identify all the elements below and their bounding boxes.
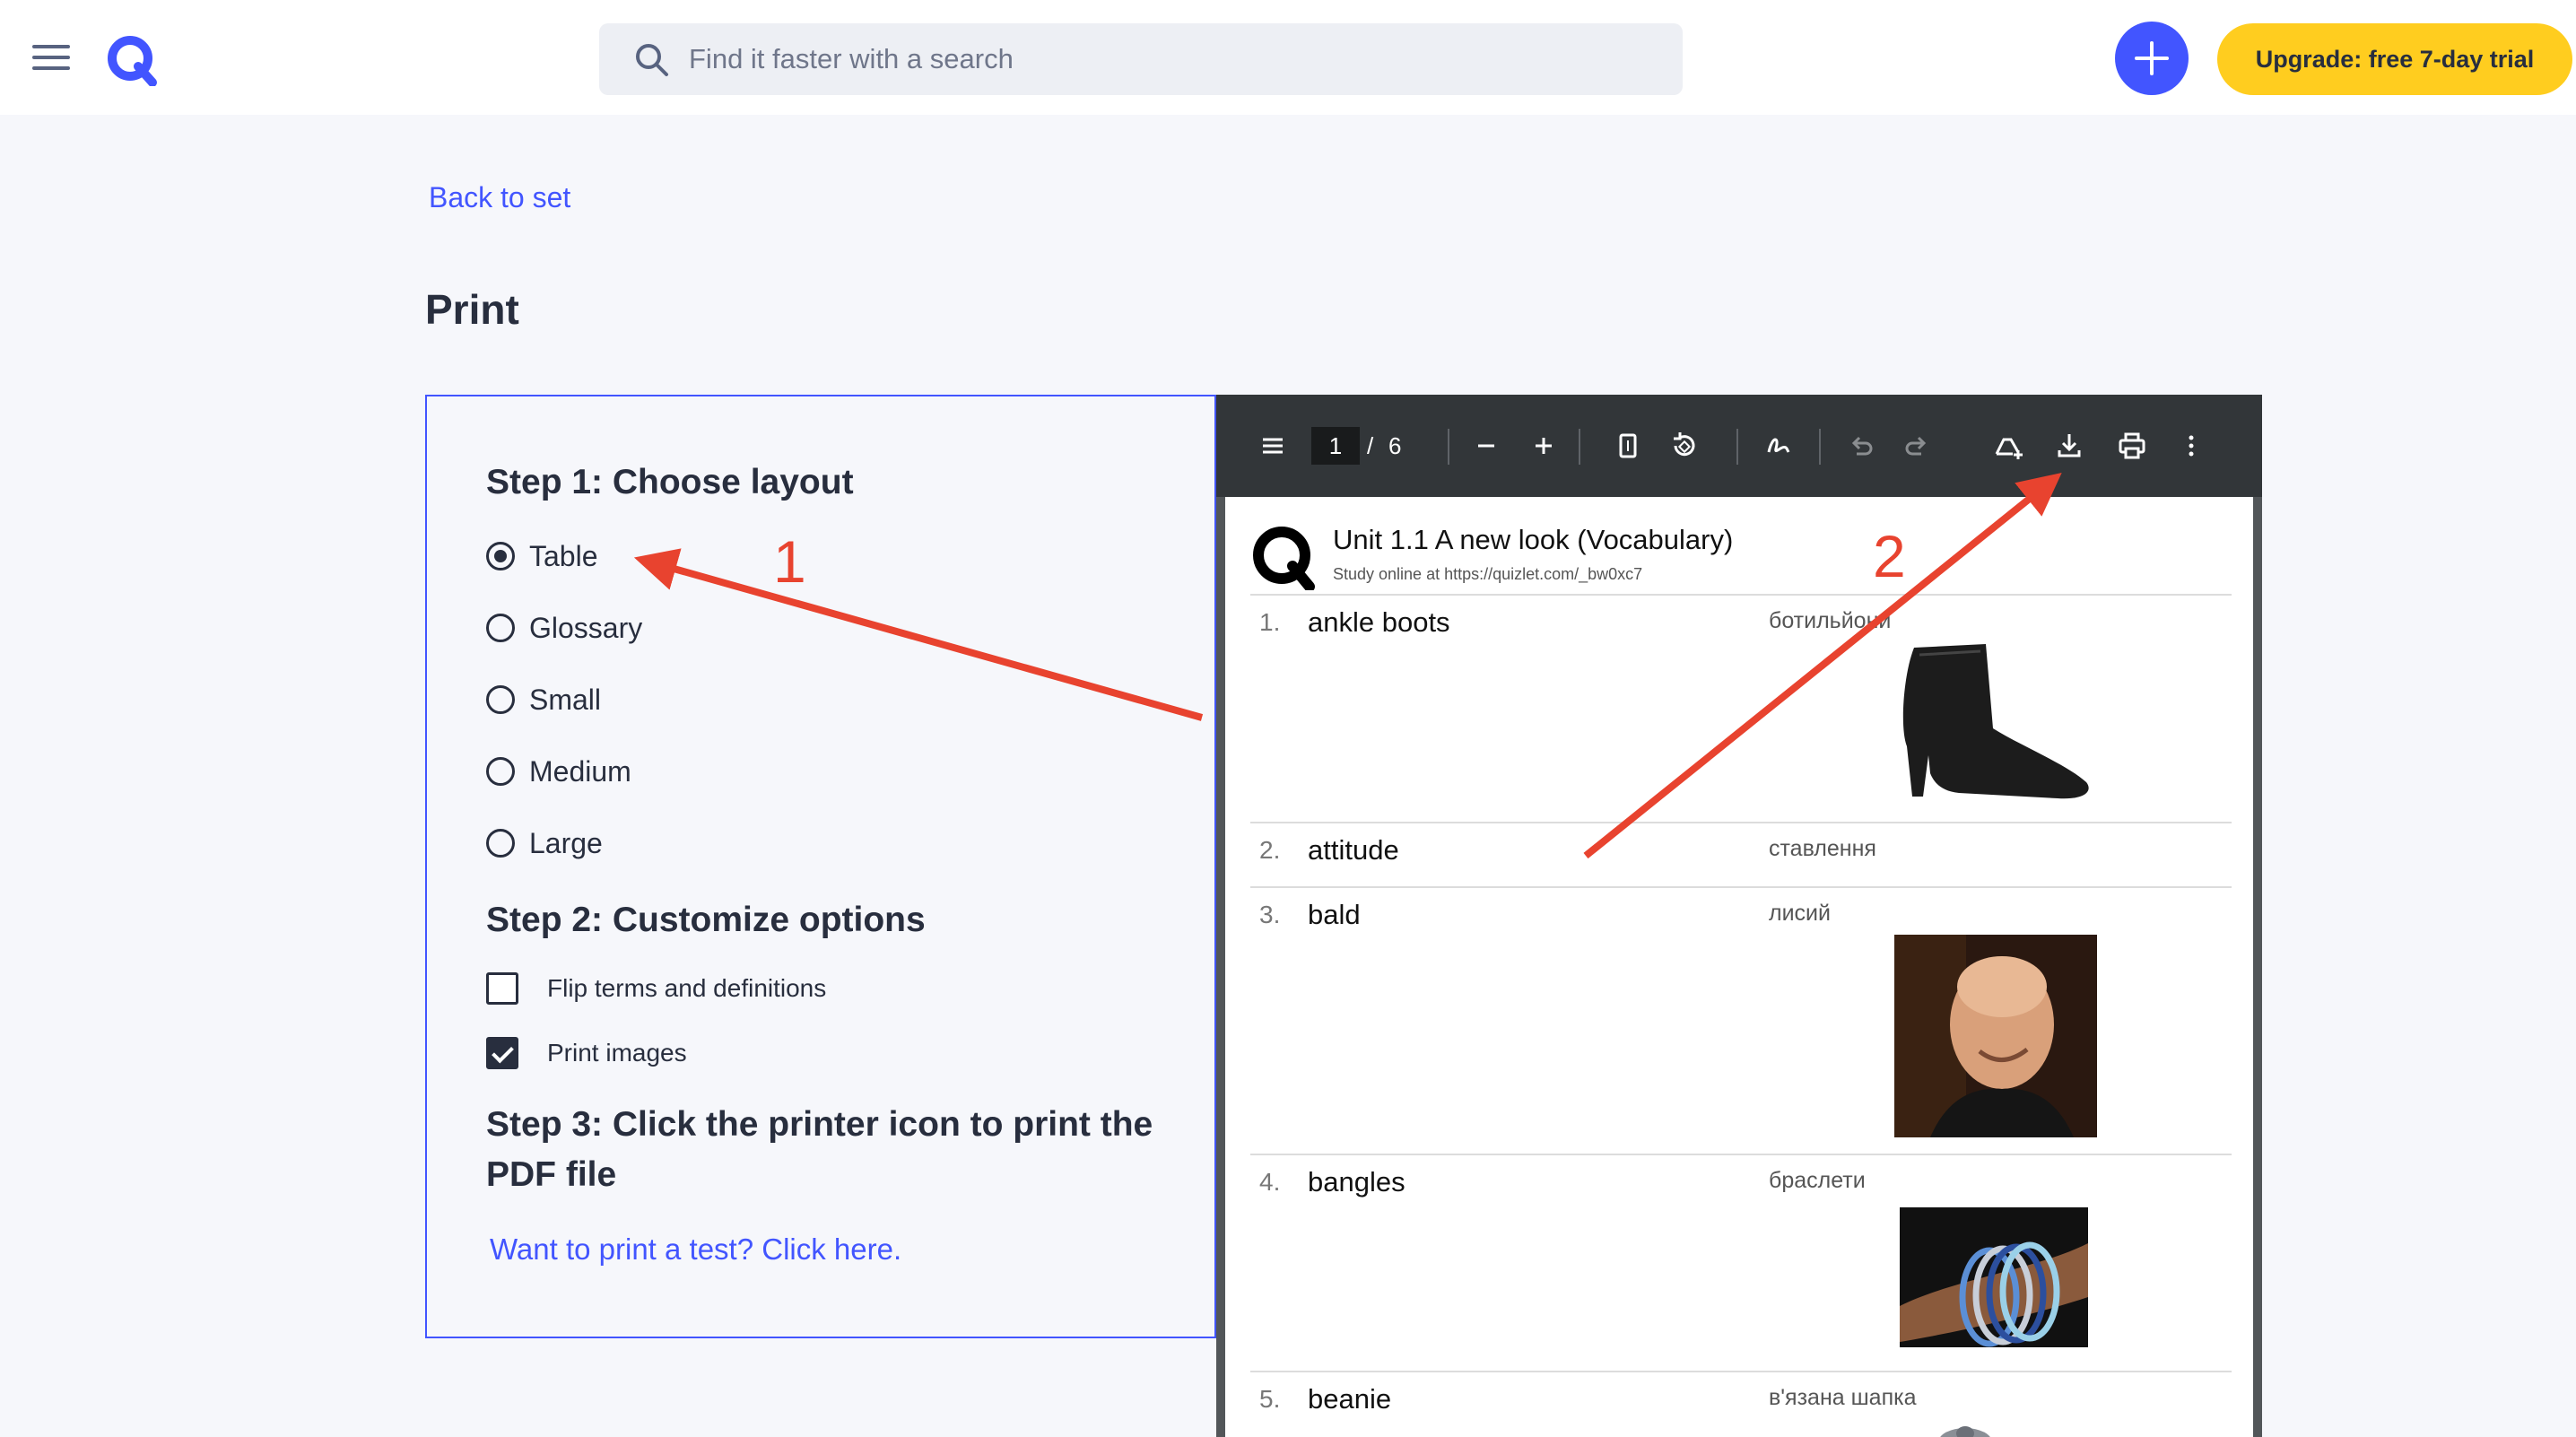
draw-icon[interactable]: [1760, 427, 1797, 465]
annotation-label-2: 2: [1873, 523, 1906, 589]
step2-heading: Step 2: Customize options: [486, 901, 926, 939]
layout-option-medium[interactable]: Medium: [486, 752, 631, 791]
definition-text: ботильйони: [1769, 608, 1892, 633]
redo-icon[interactable]: [1898, 427, 1936, 465]
step3-heading: Step 3: Click the printer icon to print …: [486, 1105, 1153, 1194]
layout-option-table[interactable]: Table: [486, 536, 598, 576]
toolbar-divider: [1579, 429, 1580, 465]
layout-option-small[interactable]: Small: [486, 680, 601, 719]
pdf-viewer: / 6: [1216, 395, 2262, 1437]
term-number: 4.: [1259, 1168, 1281, 1196]
option-label: Print images: [547, 1039, 687, 1067]
undo-icon[interactable]: [1842, 427, 1880, 465]
ankle-boots-image: [1902, 644, 2089, 799]
layout-option-glossary[interactable]: Glossary: [486, 608, 642, 648]
checkbox[interactable]: [486, 1037, 518, 1069]
create-plus-button[interactable]: [2115, 22, 2189, 95]
search-icon: [636, 44, 668, 76]
layout-label: Table: [529, 539, 598, 572]
page-title: Print: [425, 286, 519, 333]
toolbar-divider: [1448, 429, 1449, 465]
annotation-label-1: 1: [773, 528, 806, 595]
download-icon[interactable]: [2050, 427, 2088, 465]
pdf-term-row: 3. bald лисий: [1250, 886, 2232, 1154]
term-text: bangles: [1308, 1166, 1405, 1198]
zoom-out-icon[interactable]: [1467, 427, 1505, 465]
layout-label: Glossary: [529, 611, 643, 644]
pdf-page: Unit 1.1 A new look (Vocabulary) Study o…: [1225, 497, 2253, 1437]
toolbar-divider: [1819, 429, 1821, 465]
radio-button[interactable]: [486, 757, 515, 786]
menu-icon[interactable]: [32, 41, 72, 74]
bald-man-image: [1894, 935, 2097, 1137]
layout-label: Medium: [529, 754, 631, 788]
term-text: ankle boots: [1308, 606, 1450, 638]
term-number: 3.: [1259, 901, 1281, 928]
definition-text: ставлення: [1769, 836, 1876, 861]
layout-label: Small: [529, 683, 602, 716]
upgrade-button[interactable]: Upgrade: free 7-day trial: [2217, 23, 2572, 95]
more-options-icon[interactable]: [2172, 427, 2210, 465]
radio-button[interactable]: [486, 685, 515, 714]
term-text: attitude: [1308, 834, 1399, 866]
print-options-panel: Step 1: Choose layout Table Glossary Sma…: [425, 395, 1216, 1338]
term-text: bald: [1308, 899, 1361, 930]
pdf-term-row: 4. bangles браслети: [1250, 1154, 2232, 1371]
step1-heading: Step 1: Choose layout: [486, 463, 854, 501]
search-bar[interactable]: [599, 23, 1683, 95]
flip-terms-option[interactable]: Flip terms and definitions: [486, 971, 826, 1006]
term-number: 5.: [1259, 1385, 1281, 1413]
pdf-term-row: 1. ankle boots ботильйони: [1250, 594, 2232, 822]
page-total: 6: [1388, 432, 1402, 459]
print-icon[interactable]: [2113, 427, 2151, 465]
menu-icon[interactable]: [1254, 427, 1292, 465]
quizlet-logo-icon: [1253, 527, 1315, 590]
quizlet-logo-icon[interactable]: [106, 34, 158, 86]
page-separator: /: [1367, 432, 1374, 459]
pdf-term-row: 5. beanie в'язана шапка: [1250, 1371, 2232, 1437]
checkbox[interactable]: [486, 972, 518, 1005]
term-text: beanie: [1308, 1383, 1392, 1415]
radio-button[interactable]: [486, 614, 515, 642]
toolbar-divider: [1736, 429, 1738, 465]
back-to-set-link[interactable]: Back to set: [429, 181, 570, 214]
term-number: 2.: [1259, 836, 1281, 864]
pdf-term-row: 2. attitude ставлення: [1250, 822, 2232, 886]
definition-text: браслети: [1769, 1168, 1866, 1193]
bangles-image: [1900, 1207, 2088, 1347]
page-number-input[interactable]: [1311, 427, 1360, 465]
layout-option-large[interactable]: Large: [486, 823, 603, 863]
fit-page-icon[interactable]: [1609, 427, 1647, 465]
save-to-drive-icon[interactable]: [1989, 427, 2027, 465]
pdf-set-title: Unit 1.1 A new look (Vocabulary): [1333, 524, 1734, 555]
definition-text: лисий: [1769, 901, 1831, 926]
pdf-set-subtitle: Study online at https://quizlet.com/_bw0…: [1333, 565, 1643, 583]
print-test-link[interactable]: Want to print a test? Click here.: [490, 1232, 901, 1267]
top-bar: Upgrade: free 7-day trial: [0, 0, 2576, 115]
definition-text: в'язана шапка: [1769, 1385, 1917, 1410]
pdf-toolbar: / 6: [1216, 395, 2262, 497]
rotate-icon[interactable]: [1665, 427, 1702, 465]
beanie-image: [1940, 1426, 1990, 1437]
zoom-in-icon[interactable]: [1525, 427, 1562, 465]
print-images-option[interactable]: Print images: [486, 1035, 687, 1071]
term-number: 1.: [1259, 608, 1281, 636]
radio-button[interactable]: [486, 542, 515, 570]
search-input[interactable]: [689, 23, 1658, 95]
layout-label: Large: [529, 826, 603, 859]
option-label: Flip terms and definitions: [547, 974, 827, 1002]
radio-button[interactable]: [486, 829, 515, 858]
